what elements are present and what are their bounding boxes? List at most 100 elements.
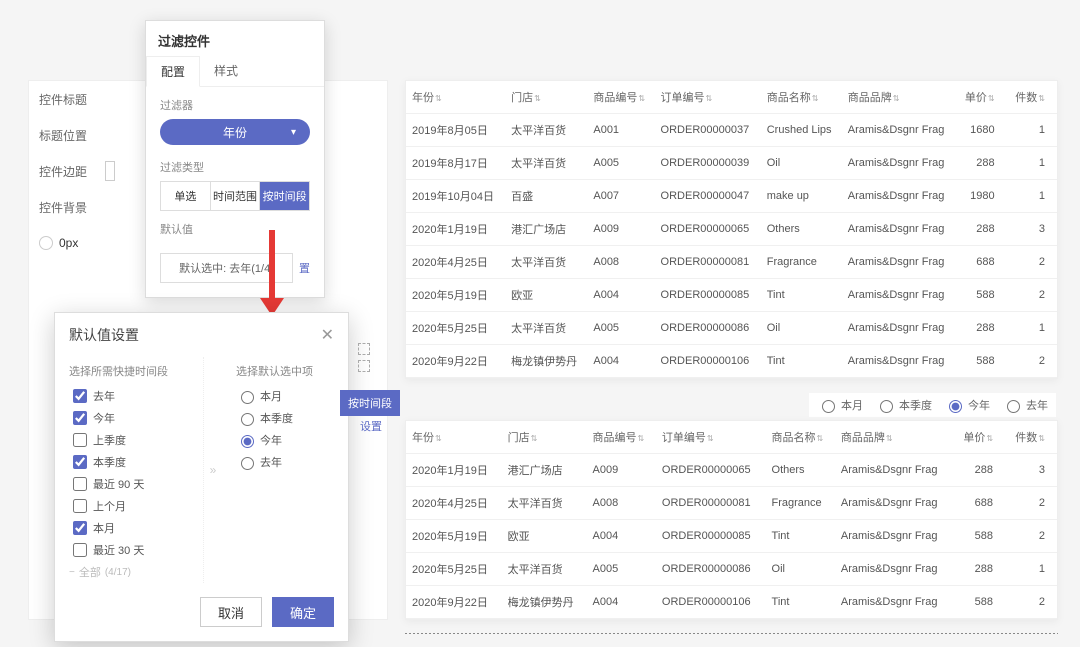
checkbox[interactable] (73, 499, 87, 513)
table-row[interactable]: 2019年8月17日太平洋百货A005ORDER00000039OilArami… (406, 147, 1057, 180)
shortcut-item[interactable]: 本季度 (69, 451, 203, 473)
column-header[interactable]: 商品名称⇅ (766, 421, 835, 454)
checkbox[interactable] (73, 433, 87, 447)
radio[interactable] (241, 435, 254, 448)
radio[interactable] (880, 400, 893, 413)
close-icon[interactable]: ✕ (321, 325, 334, 345)
filter-type-label: 过滤类型 (146, 149, 324, 181)
seg-single[interactable]: 单选 (161, 182, 211, 210)
period-option[interactable]: 本月 (817, 397, 863, 413)
table-row[interactable]: 2020年5月25日太平洋百货A005ORDER00000086OilArami… (406, 312, 1057, 345)
filter-field-pill[interactable]: 年份 ▾ (160, 119, 310, 145)
table-row[interactable]: 2020年5月19日欧亚A004ORDER00000085TintAramis&… (406, 520, 1057, 553)
dashed-box-icon (358, 343, 370, 355)
column-header[interactable]: 年份⇅ (406, 421, 502, 454)
column-header[interactable]: 商品编号⇅ (587, 81, 654, 114)
checkbox[interactable] (73, 389, 87, 403)
column-header[interactable]: 商品品牌⇅ (842, 81, 957, 114)
bottom-divider (405, 633, 1058, 634)
shortcut-item[interactable]: 上季度 (69, 429, 203, 451)
table-row[interactable]: 2020年1月19日港汇广场店A009ORDER00000065OthersAr… (406, 454, 1057, 487)
default-radio-item[interactable]: 本月 (236, 385, 334, 407)
shortcut-item[interactable]: 本月 (69, 517, 203, 539)
left-col-head: 选择所需快捷时间段 (69, 357, 203, 385)
checkbox[interactable] (73, 455, 87, 469)
shortcut-item[interactable]: 今年 (69, 407, 203, 429)
column-header[interactable]: 单价⇅ (956, 81, 1006, 114)
radio[interactable] (1007, 400, 1020, 413)
tab-style[interactable]: 样式 (200, 56, 252, 86)
label: 控件背景 (29, 191, 97, 224)
column-header[interactable]: 订单编号⇅ (655, 81, 761, 114)
period-option[interactable]: 本季度 (875, 397, 932, 413)
set-link[interactable]: 设置 (360, 418, 382, 434)
tab-config[interactable]: 配置 (146, 56, 200, 87)
period-radio-bar: 本月本季度今年去年 (809, 393, 1056, 417)
checkbox[interactable] (73, 543, 87, 557)
data-table-bottom: 年份⇅门店⇅商品编号⇅订单编号⇅商品名称⇅商品品牌⇅单价⇅件数⇅2020年1月1… (405, 420, 1058, 620)
table-row[interactable]: 2020年1月19日港汇广场店A009ORDER00000065OthersAr… (406, 213, 1057, 246)
radio[interactable] (241, 413, 254, 426)
default-radio-item[interactable]: 今年 (236, 429, 334, 451)
default-radio-item[interactable]: 去年 (236, 451, 334, 473)
period-chip[interactable]: 按时间段 (340, 390, 400, 416)
shortcut-item[interactable]: 最近 30 天 (69, 539, 203, 561)
shortcut-item[interactable]: 上个月 (69, 495, 203, 517)
column-header[interactable]: 单价⇅ (953, 421, 1005, 454)
column-header[interactable]: 门店⇅ (505, 81, 587, 114)
column-header[interactable]: 商品品牌⇅ (835, 421, 953, 454)
column-header[interactable]: 件数⇅ (1007, 81, 1057, 114)
popover-tabs: 配置 样式 (146, 56, 324, 87)
label: 控件边距 (29, 155, 97, 188)
minus-icon[interactable]: − (69, 567, 75, 578)
table-row[interactable]: 2020年4月25日太平洋百货A008ORDER00000081Fragranc… (406, 246, 1057, 279)
column-header[interactable]: 订单编号⇅ (656, 421, 766, 454)
default-label: 默认值 (146, 211, 324, 243)
default-set-link[interactable]: 置 (299, 260, 310, 276)
table-row[interactable]: 2020年5月19日欧亚A004ORDER00000085TintAramis&… (406, 279, 1057, 312)
right-col-head: 选择默认选中项 (236, 357, 334, 385)
table-row[interactable]: 2020年5月25日太平洋百货A005ORDER00000086OilArami… (406, 553, 1057, 586)
seg-period[interactable]: 按时间段 (260, 182, 309, 210)
table-row[interactable]: 2020年4月25日太平洋百货A008ORDER00000081Fragranc… (406, 487, 1057, 520)
count-hint: (4/17) (105, 567, 131, 578)
seg-range[interactable]: 时间范围 (211, 182, 261, 210)
filter-type-segmented: 单选 时间范围 按时间段 (160, 181, 310, 211)
cancel-button[interactable]: 取消 (200, 597, 262, 627)
period-option[interactable]: 去年 (1002, 397, 1048, 413)
column-header[interactable]: 件数⇅ (1005, 421, 1057, 454)
table-row[interactable]: 2020年9月22日梅龙镇伊势丹A004ORDER00000106TintAra… (406, 345, 1057, 378)
shortcut-list: 去年今年上季度本季度最近 90 天上个月本月最近 30 天 (69, 385, 203, 561)
shortcut-item[interactable]: 最近 90 天 (69, 473, 203, 495)
dialog-title: 默认值设置 (69, 325, 139, 345)
radio[interactable] (241, 391, 254, 404)
filter-config-popover: 过滤控件 配置 样式 过滤器 年份 ▾ 过滤类型 单选 时间范围 按时间段 默认… (145, 20, 325, 298)
table-row[interactable]: 2019年10月04日百盛A007ORDER00000047make upAra… (406, 180, 1057, 213)
label: 标题位置 (29, 119, 97, 152)
column-header[interactable]: 年份⇅ (406, 81, 505, 114)
column-header[interactable]: 商品编号⇅ (587, 421, 656, 454)
table-row[interactable]: 2019年8月05日太平洋百货A001ORDER00000037Crushed … (406, 114, 1057, 147)
defaults-dialog: 默认值设置 ✕ 选择所需快捷时间段 去年今年上季度本季度最近 90 天上个月本月… (54, 312, 349, 642)
red-arrow-icon (260, 230, 284, 320)
column-header[interactable]: 商品名称⇅ (761, 81, 842, 114)
chevron-down-icon: ▾ (291, 127, 296, 138)
default-radio-list: 本月本季度今年去年 (236, 385, 334, 473)
period-option[interactable]: 今年 (944, 397, 990, 413)
px-value: 0px (59, 236, 78, 250)
checkbox[interactable] (73, 411, 87, 425)
table-row[interactable]: 2020年9月22日梅龙镇伊势丹A004ORDER00000106TintAra… (406, 586, 1057, 619)
column-header[interactable]: 门店⇅ (502, 421, 587, 454)
label: 控件标题 (29, 83, 97, 116)
checkbox[interactable] (73, 477, 87, 491)
all-label[interactable]: 全部 (79, 564, 101, 580)
shortcut-item[interactable]: 去年 (69, 385, 203, 407)
dashed-box-icon (358, 360, 370, 372)
ok-button[interactable]: 确定 (272, 597, 334, 627)
popover-title: 过滤控件 (146, 21, 324, 56)
radio[interactable] (241, 457, 254, 470)
radio[interactable] (822, 400, 835, 413)
radio[interactable] (949, 400, 962, 413)
default-radio-item[interactable]: 本季度 (236, 407, 334, 429)
checkbox[interactable] (73, 521, 87, 535)
